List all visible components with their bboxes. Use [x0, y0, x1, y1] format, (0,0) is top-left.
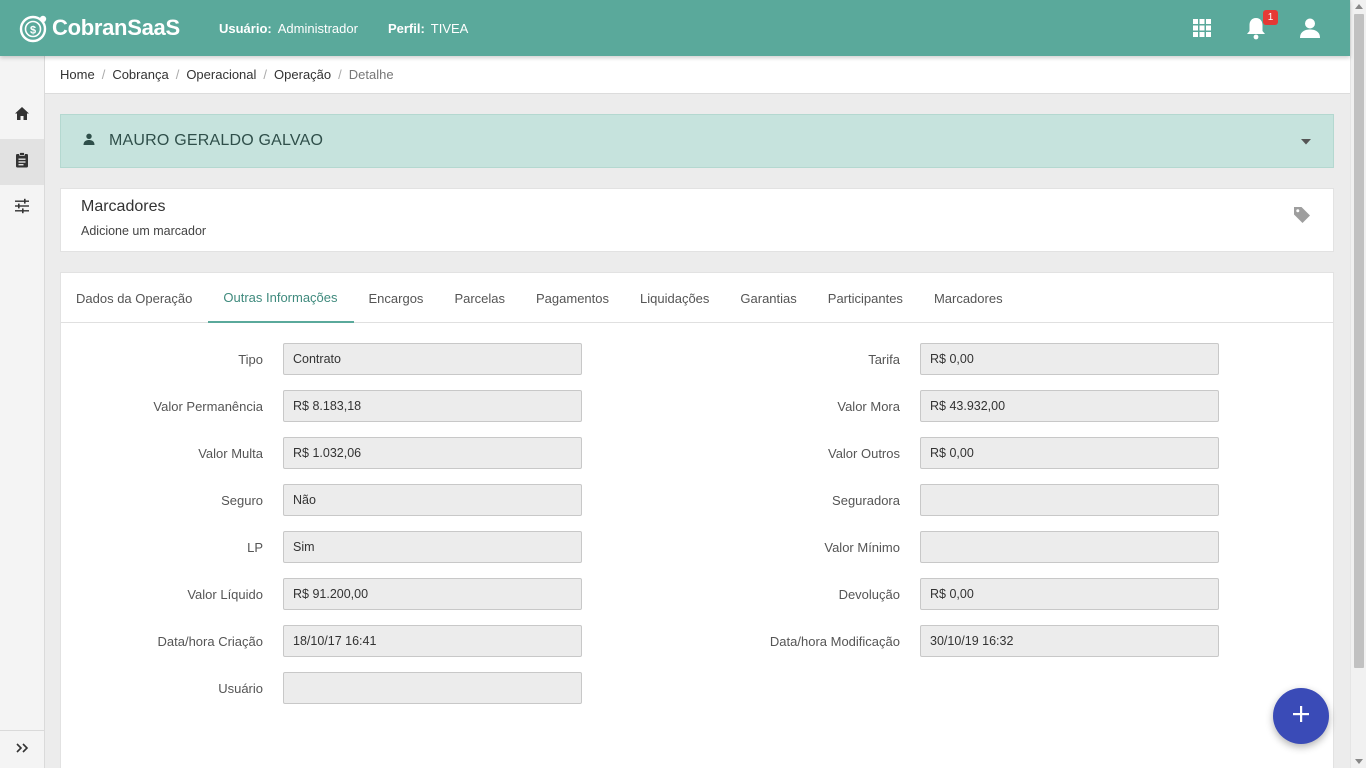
apps-grid-icon[interactable]	[1190, 16, 1214, 40]
valor-liquido-label: Valor Líquido	[187, 586, 263, 602]
tabs-card: Dados da Operação Outras Informações Enc…	[60, 272, 1334, 768]
lp-label: LP	[247, 539, 263, 555]
seguro-label: Seguro	[221, 492, 263, 508]
devolucao-label: Devolução	[838, 586, 900, 602]
breadcrumb-separator: /	[338, 67, 342, 82]
profile-value: TIVEA	[430, 20, 469, 36]
person-card[interactable]: MAURO GERALDO GALVAO	[60, 114, 1334, 168]
tarifa-field[interactable]: R$ 0,00	[920, 343, 1219, 375]
valor-multa-field[interactable]: R$ 1.032,06	[283, 437, 582, 469]
tab-parcelas[interactable]: Parcelas	[439, 273, 521, 323]
person-icon	[83, 132, 95, 150]
account-icon[interactable]	[1298, 16, 1322, 40]
sidebar-item-settings[interactable]	[0, 185, 44, 231]
clipboard-icon	[15, 151, 29, 173]
sidebar-item-home[interactable]	[0, 93, 44, 139]
tab-dados-operacao[interactable]: Dados da Operação	[61, 273, 208, 323]
bell-icon[interactable]: 1	[1244, 10, 1278, 40]
svg-text:$: $	[30, 25, 36, 37]
breadcrumb-current: Detalhe	[348, 67, 394, 82]
data-criacao-label: Data/hora Criação	[157, 633, 264, 649]
breadcrumb-separator: /	[263, 67, 268, 82]
person-name: MAURO GERALDO GALVAO	[109, 132, 324, 149]
tab-pagamentos[interactable]: Pagamentos	[521, 273, 625, 323]
breadcrumb: Home / Cobrança / Operacional / Operação…	[45, 56, 1350, 94]
user-label: Usuário:	[219, 20, 272, 36]
tab-garantias[interactable]: Garantias	[725, 273, 812, 323]
data-modificacao-field[interactable]: 30/10/19 16:32	[920, 625, 1219, 657]
tab-liquidacoes[interactable]: Liquidações	[625, 273, 725, 323]
home-icon	[14, 106, 30, 126]
valor-minimo-field[interactable]	[920, 531, 1219, 563]
tab-marcadores[interactable]: Marcadores	[919, 273, 1019, 323]
breadcrumb-home[interactable]: Home	[60, 67, 95, 82]
tags-title: Marcadores	[81, 198, 166, 215]
notification-badge: 1	[1263, 10, 1278, 25]
tab-bar: Dados da Operação Outras Informações Enc…	[61, 273, 1333, 323]
tab-encargos[interactable]: Encargos	[354, 273, 440, 323]
valor-multa-label: Valor Multa	[198, 445, 263, 461]
breadcrumb-separator: /	[175, 67, 180, 82]
tag-icon[interactable]	[1293, 206, 1311, 229]
main-content: MAURO GERALDO GALVAO Marcadores Adicione…	[60, 114, 1334, 768]
scroll-down-icon[interactable]	[1355, 759, 1363, 764]
double-chevron-right-icon	[15, 741, 29, 759]
breadcrumb-separator: /	[101, 67, 106, 82]
tab-outras-informacoes[interactable]: Outras Informações	[208, 273, 354, 323]
seguro-field[interactable]: Não	[283, 484, 582, 516]
top-bar: $ CobranSaaS Usuário: Administrador Perf…	[0, 0, 1350, 56]
usuario-field[interactable]	[283, 672, 582, 704]
sidebar-item-cobranca[interactable]	[0, 139, 44, 185]
tipo-field[interactable]: Contrato	[283, 343, 582, 375]
seguradora-field[interactable]	[920, 484, 1219, 516]
tags-card: Marcadores Adicione um marcador	[60, 188, 1334, 252]
sidebar	[0, 56, 45, 768]
page-scrollbar[interactable]	[1350, 0, 1366, 768]
tarifa-label: Tarifa	[868, 351, 900, 367]
sidebar-expand-button[interactable]	[0, 730, 44, 768]
valor-permanencia-label: Valor Permanência	[153, 398, 263, 414]
seguradora-label: Seguradora	[832, 492, 900, 508]
devolucao-field[interactable]: R$ 0,00	[920, 578, 1219, 610]
scroll-up-icon[interactable]	[1355, 4, 1363, 9]
plus-icon	[1292, 705, 1310, 728]
valor-mora-field[interactable]: R$ 43.932,00	[920, 390, 1219, 422]
breadcrumb-operacao[interactable]: Operação	[274, 67, 331, 82]
sliders-icon	[14, 198, 30, 219]
data-criacao-field[interactable]: 18/10/17 16:41	[283, 625, 582, 657]
add-tag-link[interactable]: Adicione um marcador	[81, 224, 1313, 238]
profile-label: Perfil:	[387, 20, 425, 36]
data-modificacao-label: Data/hora Modificação	[769, 633, 900, 649]
scroll-thumb[interactable]	[1354, 14, 1364, 668]
lp-field[interactable]: Sim	[283, 531, 582, 563]
breadcrumb-operacional[interactable]: Operacional	[186, 67, 256, 82]
logo[interactable]: $ CobranSaaS	[19, 13, 219, 43]
valor-mora-label: Valor Mora	[837, 398, 900, 414]
logo-text: CobranSaaS	[52, 15, 180, 40]
usuario-label: Usuário	[218, 680, 263, 696]
valor-minimo-label: Valor Mínimo	[824, 539, 900, 555]
add-button[interactable]	[1273, 688, 1329, 744]
valor-liquido-field[interactable]: R$ 91.200,00	[283, 578, 582, 610]
tipo-label: Tipo	[238, 351, 263, 367]
tab-participantes[interactable]: Participantes	[813, 273, 919, 323]
breadcrumb-cobranca[interactable]: Cobrança	[112, 67, 168, 82]
valor-permanencia-field[interactable]: R$ 8.183,18	[283, 390, 582, 422]
logo-coin-icon: $	[19, 13, 49, 43]
user-value: Administrador	[277, 20, 358, 36]
caret-down-icon[interactable]	[1301, 132, 1311, 150]
valor-outros-label: Valor Outros	[827, 445, 900, 461]
valor-outros-field[interactable]: R$ 0,00	[920, 437, 1219, 469]
